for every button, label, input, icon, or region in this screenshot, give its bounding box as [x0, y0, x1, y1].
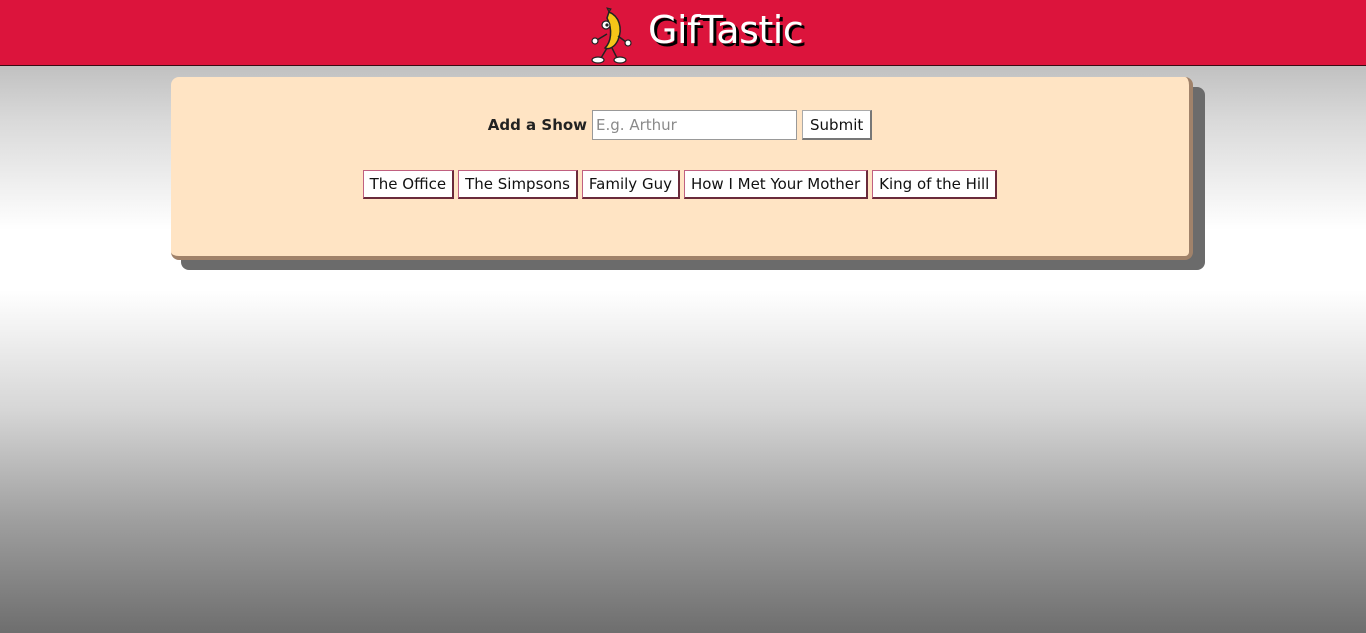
- show-button-family-guy[interactable]: Family Guy: [581, 170, 680, 199]
- site-title: GifTastic: [648, 8, 804, 52]
- show-button-the-office[interactable]: The Office: [362, 170, 455, 199]
- main-panel: Add a Show Submit The Office The Simpson…: [171, 77, 1193, 260]
- add-show-label: Add a Show: [487, 116, 588, 134]
- show-input[interactable]: [592, 110, 798, 140]
- show-buttons: The Office The Simpsons Family Guy How I…: [171, 170, 1189, 199]
- show-button-how-i-met-your-mother[interactable]: How I Met Your Mother: [683, 170, 869, 199]
- submit-button[interactable]: Submit: [802, 110, 873, 140]
- add-show-form: Add a Show Submit: [171, 110, 1189, 140]
- show-button-king-of-the-hill[interactable]: King of the Hill: [872, 170, 998, 199]
- header-bar: GifTastic: [0, 0, 1366, 66]
- show-button-the-simpsons[interactable]: The Simpsons: [458, 170, 578, 199]
- dancing-banana-icon: [591, 7, 632, 64]
